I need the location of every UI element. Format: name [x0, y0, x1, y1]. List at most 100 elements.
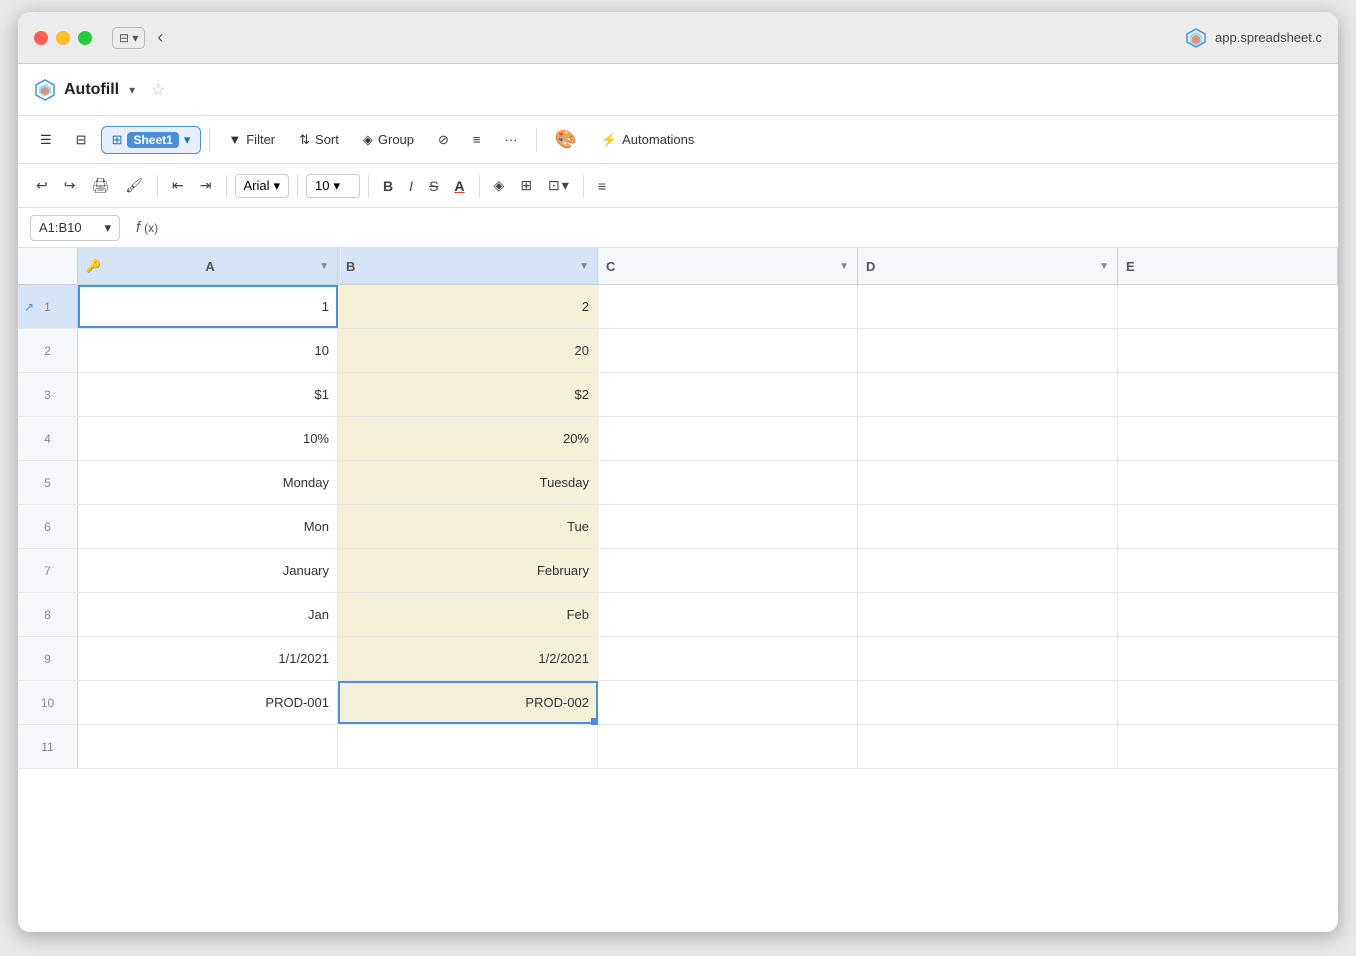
indent-inc-button[interactable]: ⇥ [194, 173, 218, 198]
cell-B9[interactable]: 1/2/2021 [338, 637, 598, 680]
cell-A9[interactable]: 1/1/2021 [78, 637, 338, 680]
cell-C2[interactable] [598, 329, 858, 372]
cell-A1[interactable]: 1 [78, 285, 338, 328]
cell-E8[interactable] [1118, 593, 1338, 636]
cell-B6[interactable]: Tue [338, 505, 598, 548]
back-button[interactable]: ‹ [157, 27, 163, 48]
fill-color-button[interactable]: ◈ [488, 173, 511, 198]
cell-B3[interactable]: $2 [338, 373, 598, 416]
font-family-selector[interactable]: Arial ▾ [235, 174, 290, 198]
cell-B4[interactable]: 20% [338, 417, 598, 460]
sidebar-toggle-button[interactable]: ⊟ ▾ [112, 27, 145, 49]
group-button[interactable]: ◈ Group [353, 127, 424, 153]
cell-A10[interactable]: PROD-001 [78, 681, 338, 724]
more-button[interactable]: ··· [495, 127, 528, 152]
cell-B11[interactable] [338, 725, 598, 768]
column-header-C[interactable]: C ▼ [598, 248, 858, 284]
column-header-E[interactable]: E [1118, 248, 1338, 284]
cell-D8[interactable] [858, 593, 1118, 636]
merge-button[interactable]: ⊡ ▾ [542, 173, 575, 198]
sidebar-button[interactable]: ⊟ [66, 127, 97, 153]
cell-D4[interactable] [858, 417, 1118, 460]
cell-reference-box[interactable]: A1:B10 ▾ [30, 215, 120, 241]
cell-D7[interactable] [858, 549, 1118, 592]
cell-B2[interactable]: 20 [338, 329, 598, 372]
menu-button[interactable]: ☰ [30, 127, 62, 153]
cell-A2[interactable]: 10 [78, 329, 338, 372]
print-button[interactable]: 🖨 [85, 173, 115, 198]
hide-button[interactable]: ⊘ [428, 127, 459, 153]
cell-D9[interactable] [858, 637, 1118, 680]
cell-E9[interactable] [1118, 637, 1338, 680]
column-header-A[interactable]: 🔑 A ▼ [78, 248, 338, 284]
borders-button[interactable]: ⊞ [514, 173, 538, 198]
title-dropdown-icon[interactable]: ▾ [129, 83, 135, 97]
cell-D6[interactable] [858, 505, 1118, 548]
column-header-B[interactable]: B ▼ [338, 248, 598, 284]
sort-button[interactable]: ⇅ Sort [289, 127, 349, 153]
cell-C4[interactable] [598, 417, 858, 460]
cell-A6[interactable]: Mon [78, 505, 338, 548]
favorite-icon[interactable]: ☆ [151, 80, 165, 100]
cell-E11[interactable] [1118, 725, 1338, 768]
cell-E2[interactable] [1118, 329, 1338, 372]
cell-A3[interactable]: $1 [78, 373, 338, 416]
redo-button[interactable]: ↪ [58, 173, 82, 198]
cell-E3[interactable] [1118, 373, 1338, 416]
cell-B10[interactable]: PROD-002 [338, 681, 598, 724]
cell-C10[interactable] [598, 681, 858, 724]
cell-B5[interactable]: Tuesday [338, 461, 598, 504]
cell-B8[interactable]: Feb [338, 593, 598, 636]
formula-button[interactable]: f (x) [128, 215, 166, 240]
maximize-button[interactable] [78, 31, 92, 45]
cell-E6[interactable] [1118, 505, 1338, 548]
bold-button[interactable]: B [377, 174, 399, 198]
cell-D3[interactable] [858, 373, 1118, 416]
font-size-selector[interactable]: 10 ▾ [306, 174, 360, 198]
indent-dec-button[interactable]: ⇤ [166, 173, 190, 198]
cell-C8[interactable] [598, 593, 858, 636]
cell-D5[interactable] [858, 461, 1118, 504]
row-expand-1-icon[interactable]: ↗ [24, 300, 34, 314]
sheet1-button[interactable]: ⊞ Sheet1 ▾ [101, 126, 202, 154]
cell-C11[interactable] [598, 725, 858, 768]
cell-A7[interactable]: January [78, 549, 338, 592]
align-button[interactable]: ≡ [592, 174, 612, 198]
cell-B1[interactable]: 2 [338, 285, 598, 328]
cell-C9[interactable] [598, 637, 858, 680]
close-button[interactable] [34, 31, 48, 45]
column-header-D[interactable]: D ▼ [858, 248, 1118, 284]
cell-B7[interactable]: February [338, 549, 598, 592]
cell-A4[interactable]: 10% [78, 417, 338, 460]
rowheight-button[interactable]: ≡ [463, 127, 491, 152]
cell-A5[interactable]: Monday [78, 461, 338, 504]
text-color-button[interactable]: A [448, 174, 470, 198]
cell-E5[interactable] [1118, 461, 1338, 504]
cell-E7[interactable] [1118, 549, 1338, 592]
cell-D2[interactable] [858, 329, 1118, 372]
cell-C1[interactable] [598, 285, 858, 328]
cell-C3[interactable] [598, 373, 858, 416]
cell-C5[interactable] [598, 461, 858, 504]
filter-button[interactable]: ▼ Filter [218, 127, 285, 152]
cell-E1[interactable] [1118, 285, 1338, 328]
italic-button[interactable]: I [403, 174, 419, 198]
cell-D10[interactable] [858, 681, 1118, 724]
autofill-handle[interactable] [591, 718, 598, 725]
undo-button[interactable]: ↩ [30, 173, 54, 198]
app-window: ⊟ ▾ ‹ app.spreadsheet.c Autofill ▾ ☆ ☰ [18, 12, 1338, 932]
cell-A8[interactable]: Jan [78, 593, 338, 636]
cell-D11[interactable] [858, 725, 1118, 768]
cell-D1[interactable] [858, 285, 1118, 328]
cell-E10[interactable] [1118, 681, 1338, 724]
cell-C6[interactable] [598, 505, 858, 548]
paint-format-button[interactable]: 🖌 [119, 173, 149, 198]
strikethrough-button[interactable]: S [423, 174, 444, 198]
table-row: 7 January February [18, 549, 1338, 593]
cell-E4[interactable] [1118, 417, 1338, 460]
automations-button[interactable]: ⚡ Automations [591, 127, 704, 153]
color-picker-button[interactable]: 🎨 [545, 124, 587, 155]
cell-A11[interactable] [78, 725, 338, 768]
cell-C7[interactable] [598, 549, 858, 592]
minimize-button[interactable] [56, 31, 70, 45]
